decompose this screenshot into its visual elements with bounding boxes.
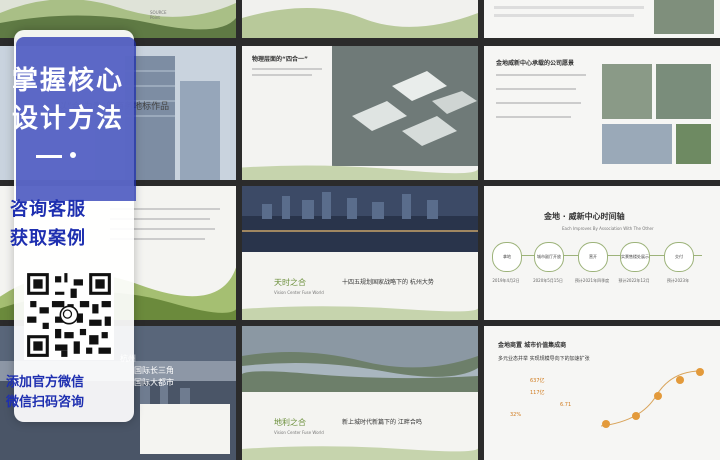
mountain-art bbox=[242, 446, 478, 460]
cta-line-2: 微信扫码咨询 bbox=[6, 395, 85, 410]
slide-headline: 新上城时代新篇下的 江畔合鸣 bbox=[342, 419, 422, 426]
headline-line-2: 设计方法 bbox=[12, 104, 125, 134]
slide-thumb-vision[interactable]: 金地威新中心承载的公司愿景 bbox=[484, 46, 720, 180]
slide-thumb-earth-advantage[interactable]: 地利之合 Vision Center Fuse World 新上城时代新篇下的 … bbox=[242, 326, 478, 460]
text-line bbox=[252, 68, 322, 70]
city-line-2: 国际大都市 bbox=[134, 378, 174, 387]
sub-line-1: 咨询客服 bbox=[10, 199, 86, 220]
sub-line-2: 获取案例 bbox=[10, 228, 86, 249]
photo-block bbox=[602, 124, 672, 164]
river-aerial-photo bbox=[242, 326, 478, 392]
slide-caption-sub: Vision Center Fuse World bbox=[274, 290, 324, 295]
slide-caption: 天时之合 bbox=[274, 278, 306, 287]
slide-thumb-top-right[interactable] bbox=[484, 0, 720, 38]
text-line bbox=[496, 116, 571, 118]
text-line bbox=[252, 74, 312, 76]
text-line bbox=[496, 102, 581, 104]
stat-1: 637亿 bbox=[530, 378, 545, 384]
timeline-title: 金地 · 威新中心时间轴 bbox=[544, 212, 625, 221]
timeline-date: 2019年4月2日 bbox=[492, 278, 520, 283]
slide-thumb-four-in-one[interactable]: 物理层面的“四合一” bbox=[242, 46, 478, 180]
divider-dot bbox=[70, 152, 76, 158]
slide-subtitle: 多元业态并举 实现规模导向下的加速扩张 bbox=[498, 356, 590, 362]
photo-block bbox=[656, 64, 711, 119]
photo-block bbox=[602, 64, 652, 119]
timeline-date: 预计2023年 bbox=[666, 278, 690, 283]
timeline-node: 拿地 bbox=[492, 242, 522, 272]
growth-diagram bbox=[600, 368, 704, 428]
timeline-date: 预计2022年12月 bbox=[618, 278, 650, 283]
slide-title: 金地威新中心承载的公司愿景 bbox=[496, 60, 575, 67]
timeline-node: 营开 bbox=[578, 242, 608, 272]
text-line bbox=[496, 88, 576, 90]
aerial-render bbox=[332, 46, 478, 166]
timeline-date: 2020年5月15日 bbox=[533, 278, 563, 283]
text-line bbox=[494, 6, 644, 9]
text-line bbox=[494, 14, 634, 17]
slide-thumb-value-integrator[interactable]: 金地商置 城市价值集成商 多元业态并举 实现规模导向下的加速扩张 637亿 11… bbox=[484, 326, 720, 460]
cta-line-1: 添加官方微信 bbox=[6, 375, 85, 390]
photo-block bbox=[676, 124, 711, 164]
divider-dash bbox=[36, 155, 62, 158]
slide-title: 金地商置 城市价值集成商 bbox=[498, 342, 567, 349]
source-point-label: SOURCE Point bbox=[150, 10, 167, 21]
headline-line-1: 掌握核心 bbox=[12, 66, 125, 96]
slide-headline: 十四五规划国家战略下的 杭州大势 bbox=[342, 279, 434, 286]
slide-thumb-timeline[interactable]: 金地 · 威新中心时间轴 Each Improves By Associatio… bbox=[484, 186, 720, 320]
stat-2: 117亿 bbox=[530, 390, 545, 396]
slide-thumb-heaven-timing[interactable]: 天时之合 Vision Center Fuse World 十四五规划国家战略下… bbox=[242, 186, 478, 320]
timeline-date: 预计2021年四季度 bbox=[574, 278, 610, 283]
stat-3: 6.71 bbox=[560, 402, 572, 408]
city-night-photo bbox=[242, 186, 478, 252]
slide-title: 物理层面的“四合一” bbox=[252, 56, 308, 63]
photo-block bbox=[654, 0, 714, 34]
timeline-node: 交付 bbox=[664, 242, 694, 272]
text-line bbox=[496, 74, 586, 76]
qr-code[interactable] bbox=[24, 270, 114, 360]
timeline-node: 城市副厅开放 bbox=[534, 242, 564, 272]
stat-4: 32% bbox=[510, 412, 522, 418]
mountain-art bbox=[242, 8, 478, 38]
slide-thumb-top-middle[interactable] bbox=[242, 0, 478, 38]
mountain-art bbox=[242, 165, 478, 180]
timeline-subtitle: Each Improves By Association With The Ot… bbox=[562, 226, 654, 231]
mountain-art bbox=[242, 306, 478, 320]
slide-caption-sub: Vision Center Fuse World bbox=[274, 430, 324, 435]
info-card bbox=[140, 404, 230, 454]
timeline-node: 实景售楼处展示 bbox=[620, 242, 650, 272]
slide-caption: 地利之合 bbox=[274, 418, 306, 427]
city-line-1: 国际长三角 bbox=[134, 366, 174, 375]
